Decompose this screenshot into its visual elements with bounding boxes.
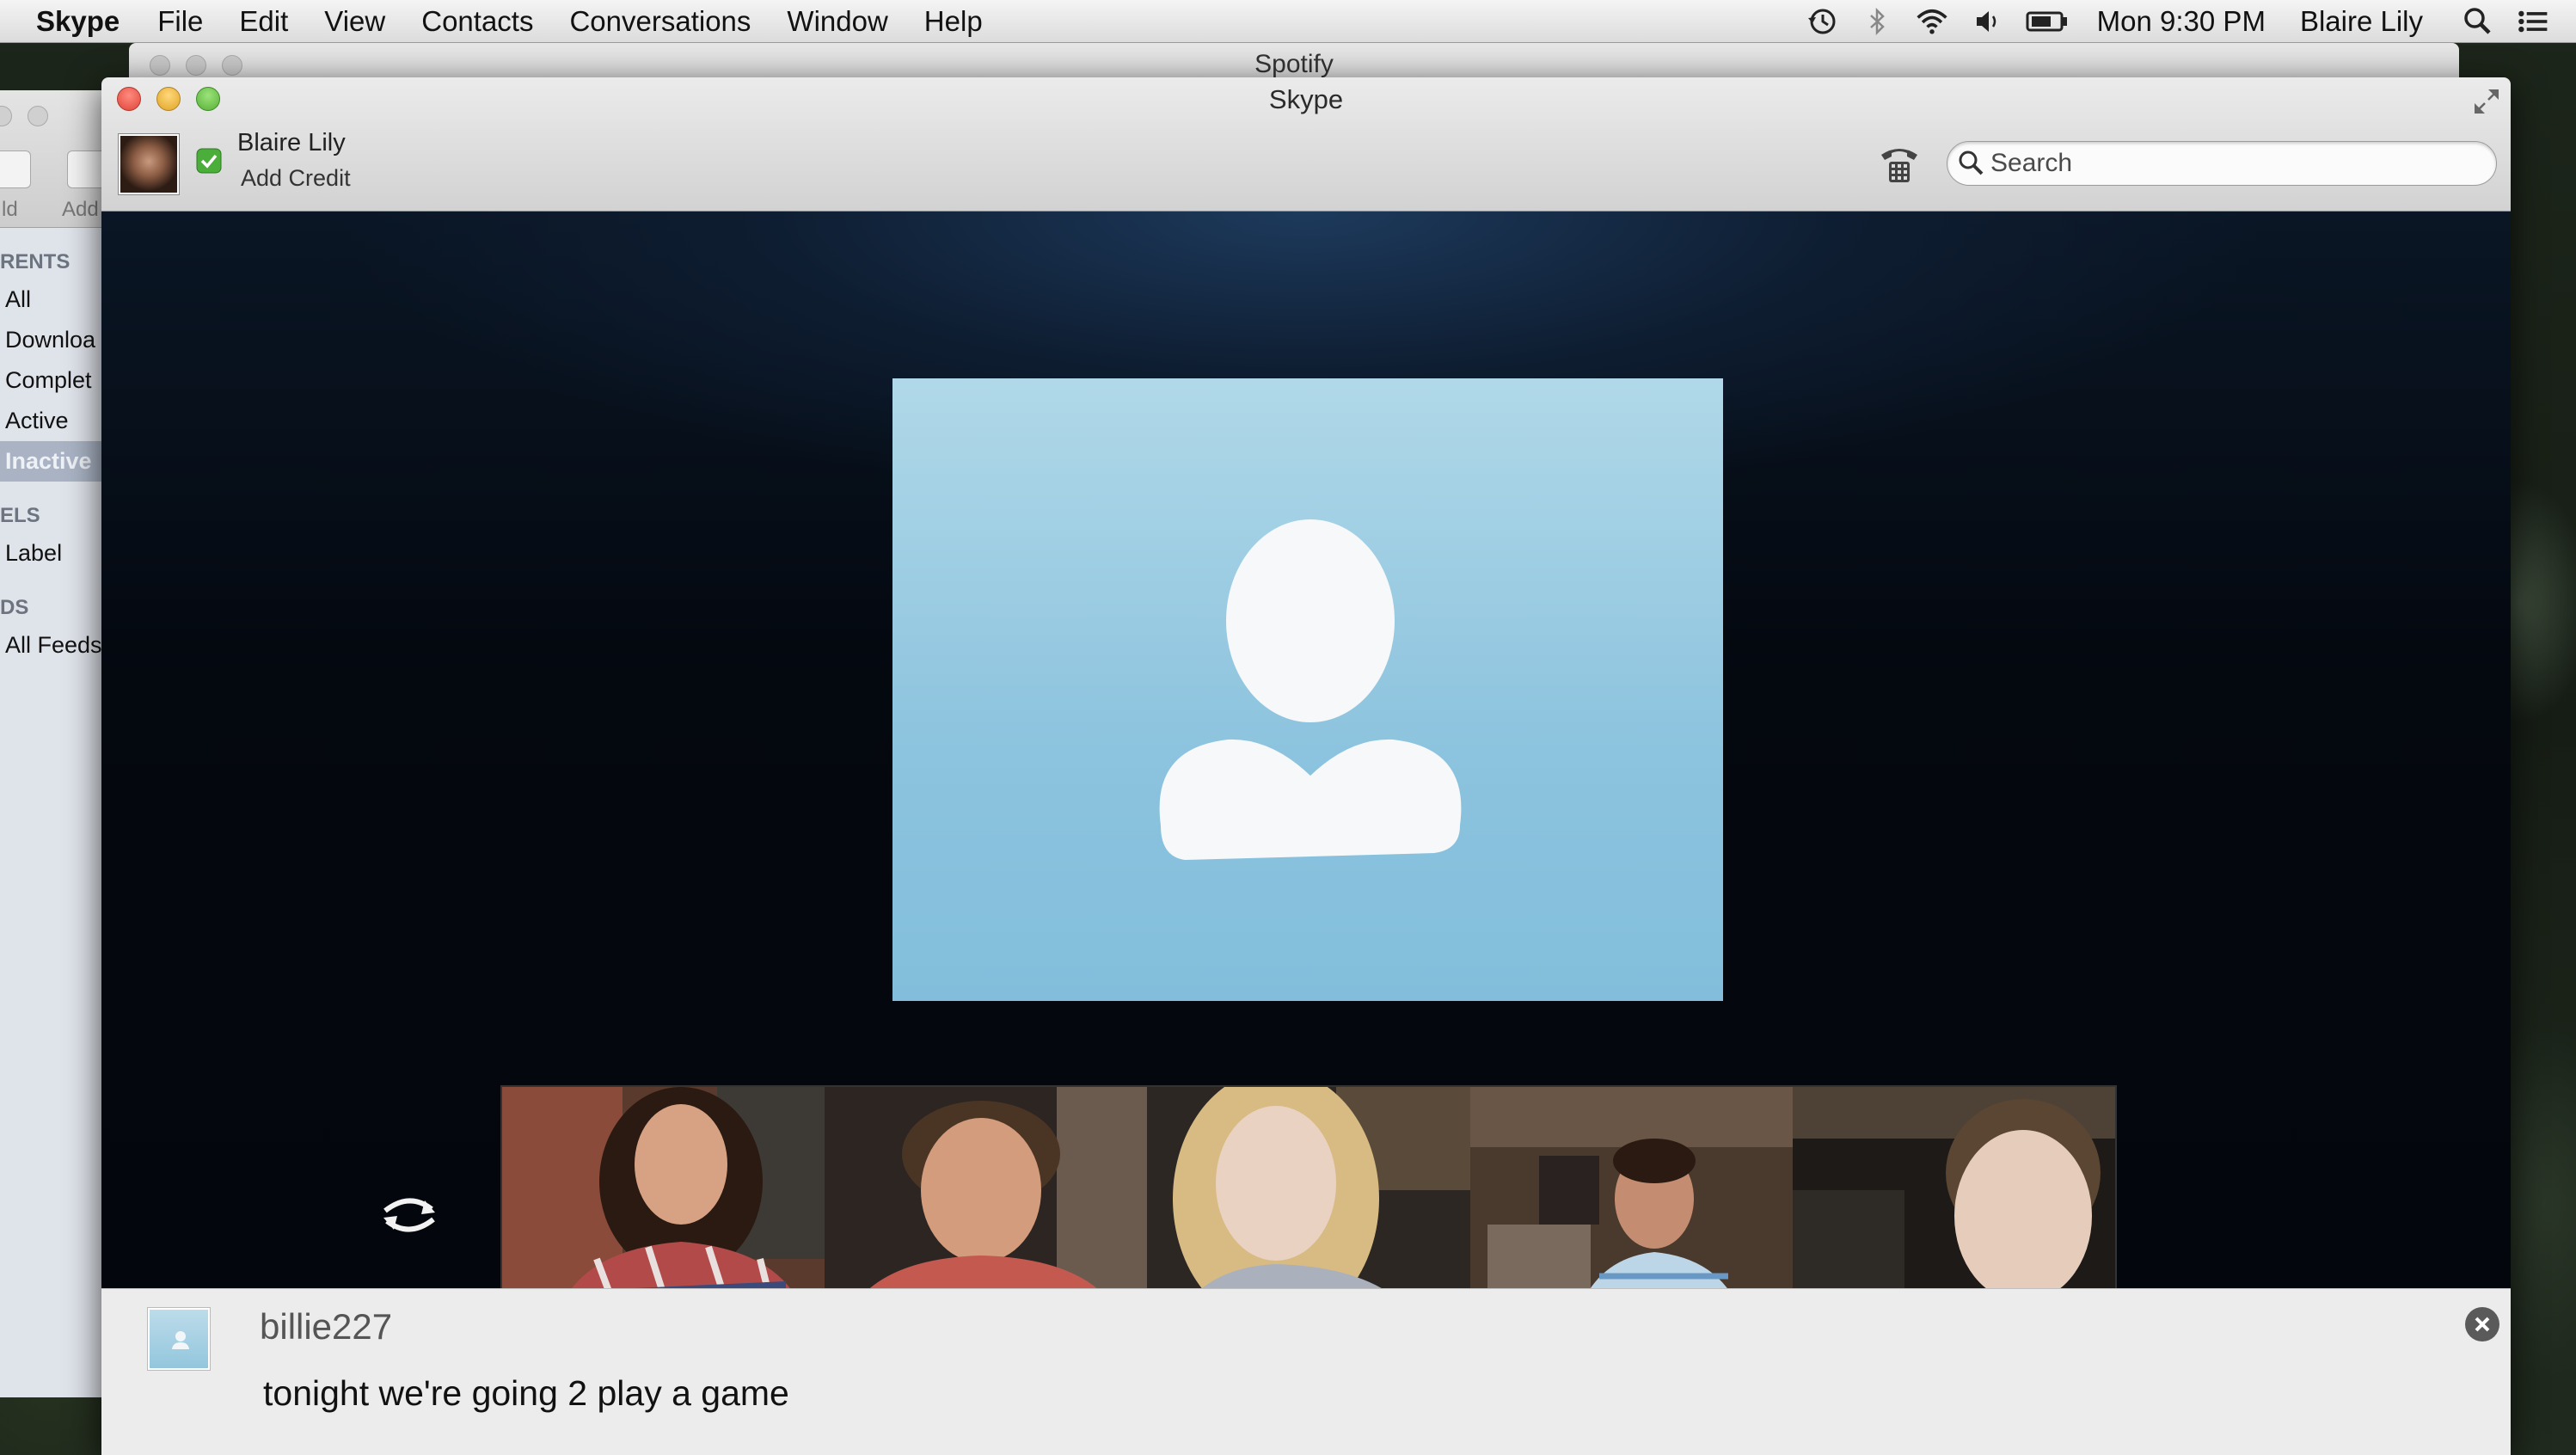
dial-pad-icon[interactable] [1878,143,1921,186]
spotify-window-title: Spotify [1254,50,1334,78]
torrent-toolbar-button-1[interactable] [0,150,31,188]
torrent-minimize-button[interactable] [28,106,48,126]
default-contact-silhouette-icon [1159,519,1462,860]
menu-edit[interactable]: Edit [239,5,288,38]
menu-window[interactable]: Window [787,5,887,38]
battery-icon[interactable] [2025,4,2070,39]
message-notification[interactable]: billie227 tonight we're going 2 play a g… [101,1288,2511,1455]
add-credit-link[interactable]: Add Credit [241,165,351,192]
default-contact-icon [172,1331,189,1349]
torrent-close-button[interactable] [0,106,12,126]
fullscreen-icon[interactable] [2471,86,2502,117]
profile-avatar[interactable] [119,134,179,194]
window-title: Skype [1268,84,1344,114]
swap-videos-icon[interactable] [375,1188,444,1240]
menu-app-name[interactable]: Skype [36,5,120,38]
skype-window: Skype Blaire Lily Add Credit [101,77,2511,1455]
main-video-feed[interactable] [892,378,1723,1001]
skype-titlebar: Skype Blaire Lily Add Credit [101,77,2511,212]
message-text: tonight we're going 2 play a game [263,1373,789,1413]
volume-icon[interactable] [1970,4,2004,39]
wifi-icon[interactable] [1915,4,1949,39]
menu-contacts[interactable]: Contacts [421,5,533,38]
sender-avatar [148,1308,210,1370]
menu-user-name[interactable]: Blaire Lily [2300,5,2423,38]
menu-clock[interactable]: Mon 9:30 PM [2097,5,2266,38]
bluetooth-icon[interactable] [1860,4,1894,39]
menu-file[interactable]: File [157,5,203,38]
menu-view[interactable]: View [324,5,385,38]
search-box[interactable] [1947,141,2497,186]
search-input[interactable] [1990,149,2472,178]
menu-bar: Skype File Edit View Contacts Conversati… [0,0,2576,43]
search-icon [1956,148,1987,179]
torrent-toolbar-label-1: ld [2,198,18,221]
online-status-icon[interactable] [196,148,222,174]
menu-help[interactable]: Help [924,5,983,38]
profile-name[interactable]: Blaire Lily [237,129,346,157]
notification-center-icon[interactable] [2516,4,2550,39]
video-call-area [101,212,2511,1366]
menu-conversations[interactable]: Conversations [569,5,751,38]
torrent-toolbar-label-2: Add [62,198,99,221]
time-machine-icon[interactable] [1805,4,1839,39]
message-sender: billie227 [260,1306,393,1347]
spotlight-search-icon[interactable] [2461,4,2495,39]
close-notification-icon[interactable] [2464,1306,2500,1342]
